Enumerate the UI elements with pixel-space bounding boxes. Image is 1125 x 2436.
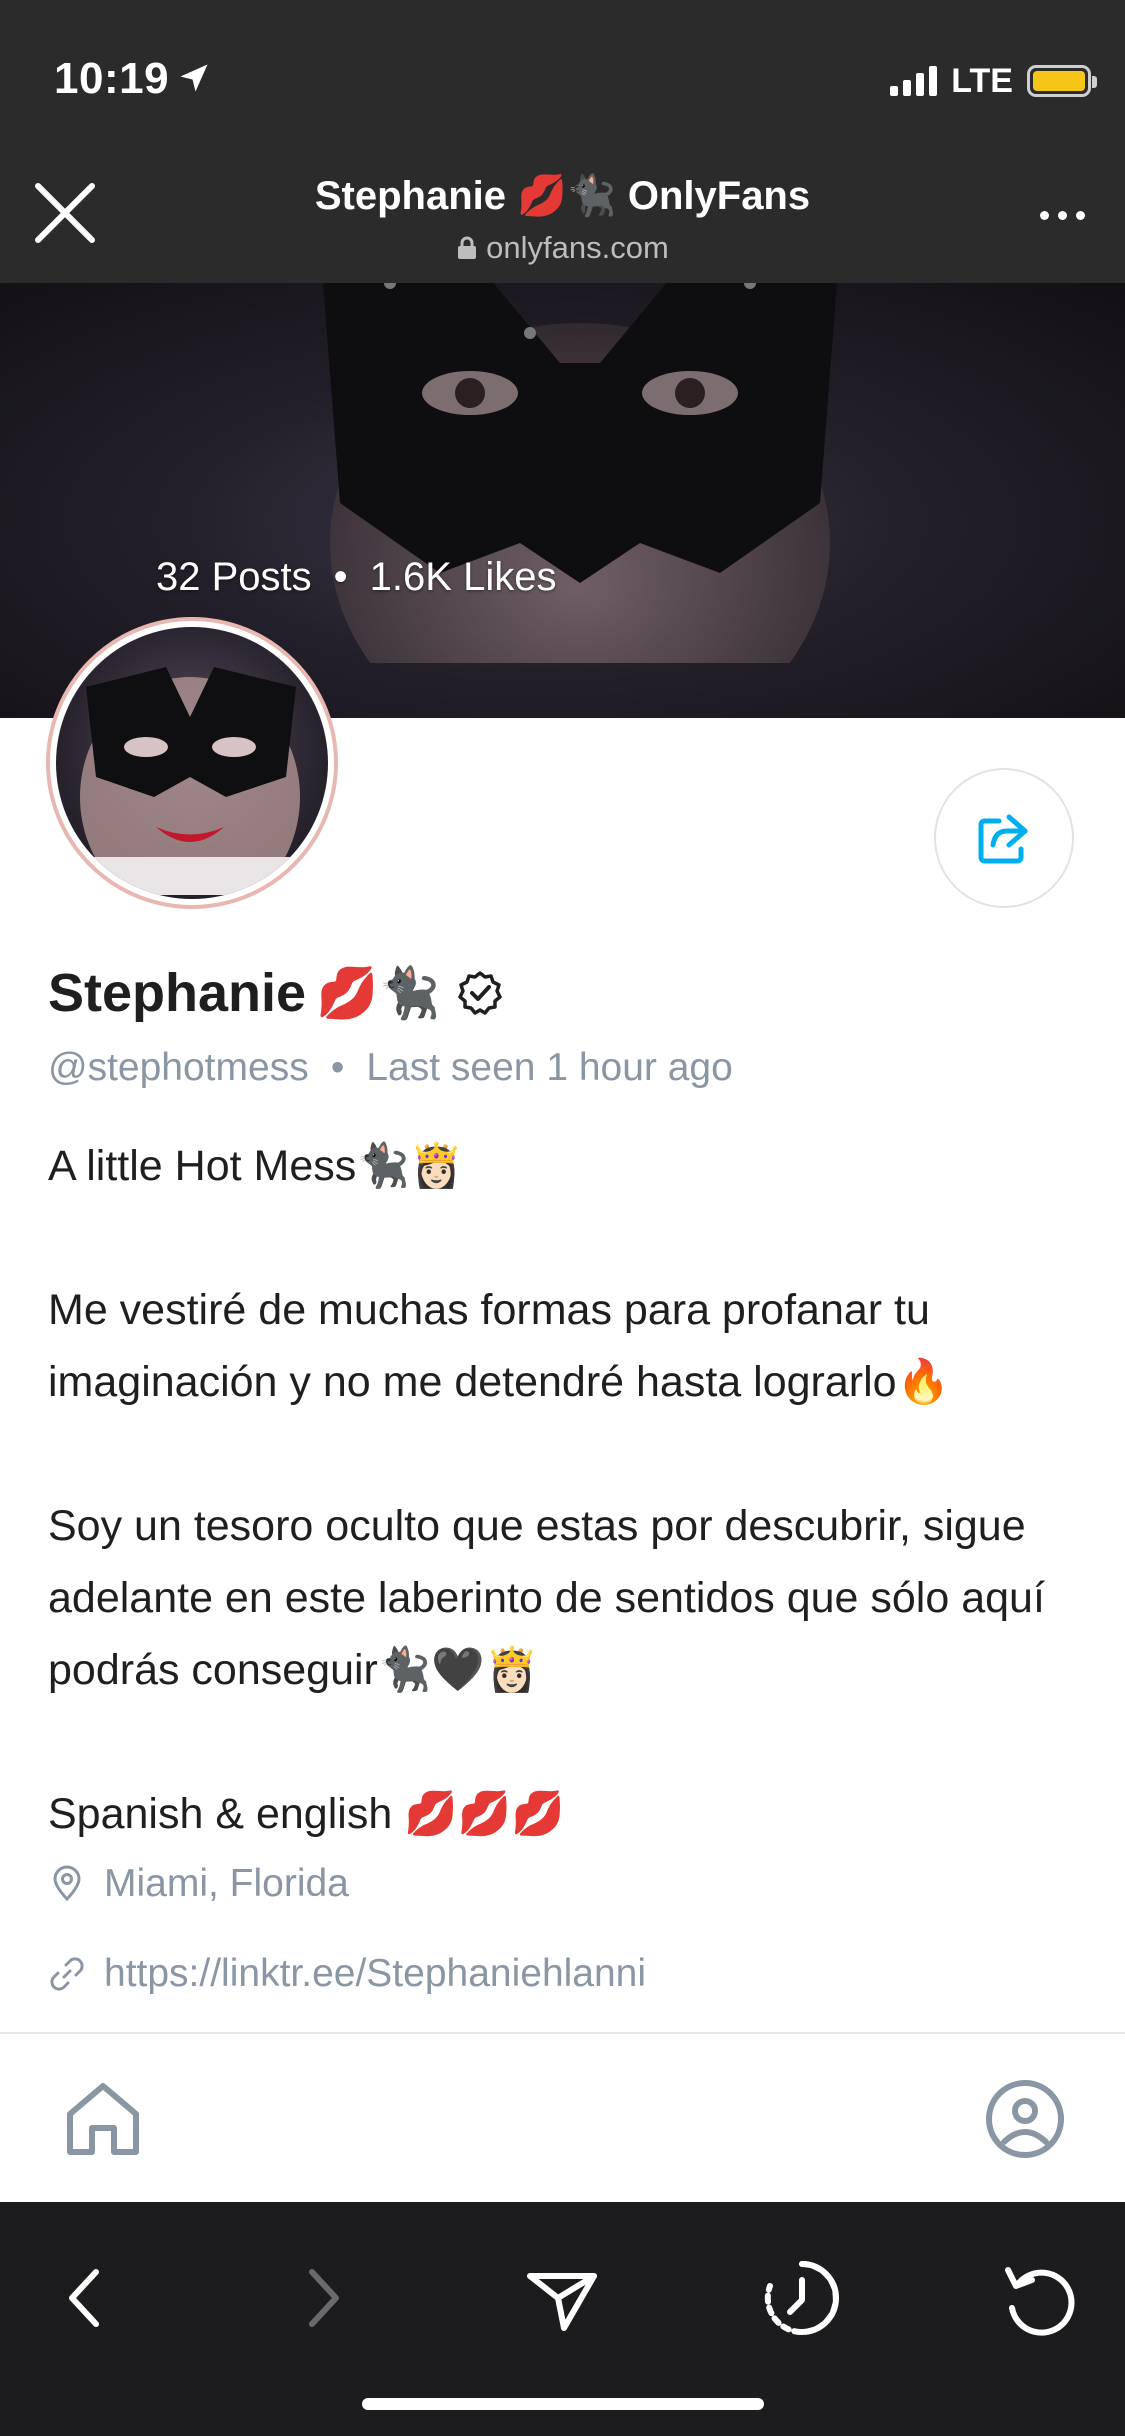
network-label: LTE: [951, 61, 1013, 100]
profile-icon[interactable]: [982, 2076, 1068, 2162]
link-text[interactable]: https://linktr.ee/Stephaniehlanni: [104, 1952, 646, 1996]
location-pin-icon: [53, 1865, 81, 1902]
forward-icon[interactable]: [280, 2256, 364, 2340]
location-arrow-icon: [180, 64, 208, 92]
bio-line: A little Hot Mess🐈‍⬛👸🏻: [48, 1142, 464, 1190]
profile-name-text: Stephanie: [48, 963, 307, 1023]
home-icon[interactable]: [58, 2074, 148, 2164]
profile-bio: A little Hot Mess🐈‍⬛👸🏻 Me vestiré de muc…: [48, 1130, 1088, 1850]
cover-mask-graphic: [323, 283, 837, 663]
status-indicators: LTE: [890, 61, 1097, 100]
reload-icon[interactable]: [998, 2256, 1082, 2340]
last-seen: Last seen 1 hour ago: [366, 1046, 733, 1089]
bio-line: Me vestiré de muchas formas para profana…: [48, 1286, 951, 1406]
history-icon[interactable]: [760, 2256, 844, 2340]
back-icon[interactable]: [44, 2256, 128, 2340]
bio-line: Spanish & english 💋💋💋: [48, 1790, 565, 1838]
status-time: 10:19: [54, 54, 170, 103]
lock-icon: [458, 236, 477, 259]
link-row[interactable]: https://linktr.ee/Stephaniehlanni: [48, 1952, 646, 1996]
username: @stephotmess: [48, 1046, 309, 1089]
browser-page-title: Stephanie 💋🐈‍⬛ OnlyFans: [314, 174, 811, 218]
meta-separator: •: [330, 1046, 345, 1089]
stats-separator: •: [333, 555, 348, 599]
cover-stats: 32 Posts • 1.6K Likes: [156, 555, 556, 600]
link-icon: [50, 1957, 84, 1991]
browser-header: 10:19 LTE Stephanie 💋🐈‍⬛ OnlyFans onlyfa…: [0, 0, 1125, 283]
profile-meta: @stephotmess • Last seen 1 hour ago: [48, 1046, 733, 1090]
share-button[interactable]: [934, 768, 1074, 908]
signal-icon: [890, 66, 938, 96]
avatar-graphic: [56, 667, 324, 895]
location-row: Miami, Florida: [48, 1862, 349, 1906]
avatar[interactable]: [46, 617, 338, 909]
posts-count: 32 Posts: [156, 555, 312, 599]
profile-name-emoji: 💋🐈‍⬛: [316, 964, 441, 1021]
more-options-icon[interactable]: [1027, 190, 1097, 240]
likes-count: 1.6K Likes: [369, 555, 557, 599]
profile-name: Stephanie 💋🐈‍⬛: [48, 962, 503, 1024]
battery-icon: [1027, 65, 1097, 97]
verified-icon: [457, 971, 502, 1015]
location-text: Miami, Florida: [104, 1862, 349, 1905]
app-bottom-nav: [0, 2034, 1125, 2202]
bio-line: Soy un tesoro oculto que estas por descu…: [48, 1502, 1045, 1694]
home-indicator[interactable]: [362, 2398, 764, 2410]
avatar-image: [56, 627, 328, 899]
browser-url: onlyfans.com: [0, 230, 1125, 266]
send-icon[interactable]: [520, 2256, 604, 2340]
browser-url-text: onlyfans.com: [486, 230, 669, 265]
share-icon: [978, 814, 1028, 864]
